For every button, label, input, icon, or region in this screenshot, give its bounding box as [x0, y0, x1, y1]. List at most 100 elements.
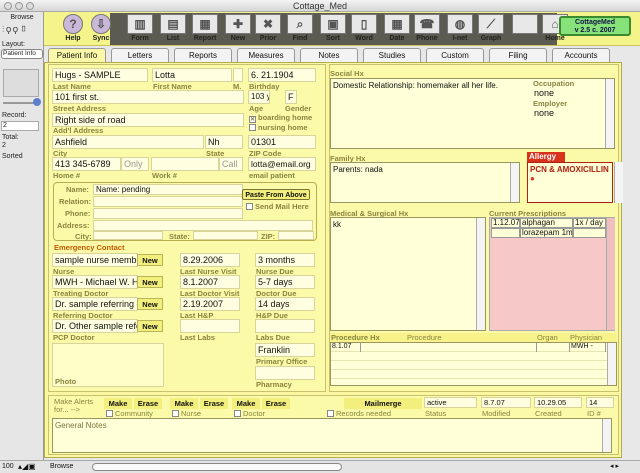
toolbar-button-10[interactable]: ▦ Date: [382, 14, 412, 42]
version-badge[interactable]: CottageMed v 2.5 c. 2007: [559, 16, 631, 36]
zoom-button[interactable]: [26, 2, 34, 10]
new-provider-button[interactable]: New: [137, 298, 163, 310]
medsurg-hx-field[interactable]: kk: [330, 217, 486, 331]
tab-0[interactable]: Patient Info: [48, 48, 106, 62]
prescription-cell[interactable]: 1x / day: [573, 218, 606, 228]
modified-field[interactable]: 8.7.07: [481, 397, 531, 408]
procedure-cell[interactable]: MWH -: [570, 343, 606, 352]
care-provider-field[interactable]: Dr. sample referring d: [52, 297, 138, 311]
procedure-cell[interactable]: [537, 343, 570, 352]
work-phone-field[interactable]: [151, 157, 219, 171]
id-field[interactable]: 14: [586, 397, 614, 408]
procedure-cell[interactable]: 8.1.07: [331, 343, 361, 352]
last-name-field[interactable]: Hugs - SAMPLE: [52, 68, 148, 82]
erase-doctor-alert-button[interactable]: Erase: [262, 398, 290, 409]
tab-4[interactable]: Notes: [300, 48, 358, 62]
layout-select[interactable]: Patient Info: [1, 49, 43, 59]
employer-value[interactable]: none: [534, 108, 554, 118]
allergy-field[interactable]: PCN & AMOXICILLIN ●: [527, 162, 613, 203]
ec-zip-field[interactable]: [278, 231, 314, 240]
gender-field[interactable]: F: [285, 90, 297, 104]
zoom-level[interactable]: 100: [2, 461, 14, 473]
care-provider-field[interactable]: MWH - Michael W. H: [52, 275, 138, 289]
toolbar-button-0[interactable]: ? Help: [58, 14, 88, 42]
nurse-checkbox[interactable]: Nurse: [172, 409, 201, 418]
toolbar-button-4[interactable]: ▦ Report: [190, 14, 220, 42]
general-notes-field[interactable]: General Notes: [52, 418, 612, 453]
tab-6[interactable]: Custom: [426, 48, 484, 62]
toolbar-button-13[interactable]: ⟋ Graph: [476, 14, 506, 42]
nursing-home-checkbox[interactable]: nursing home: [249, 123, 308, 132]
due-field[interactable]: 3 months: [255, 253, 315, 267]
due-field[interactable]: [255, 319, 315, 333]
procedure-scrollbar[interactable]: [607, 343, 616, 385]
toolbar-button-1[interactable]: ⇩ Sync: [86, 14, 116, 42]
street-field[interactable]: 101 first st.: [52, 90, 244, 104]
care-provider-field[interactable]: sample nurse memb: [52, 253, 138, 267]
tab-2[interactable]: Reports: [174, 48, 232, 62]
horizontal-scrollbar-thumb[interactable]: [92, 463, 342, 471]
new-provider-button[interactable]: New: [137, 276, 163, 288]
social-hx-scrollbar[interactable]: [605, 79, 614, 148]
record-input[interactable]: 2: [1, 121, 39, 131]
last-visit-field[interactable]: 8.29.2006: [180, 253, 240, 267]
toolbar-button-9[interactable]: ▯ Word: [349, 14, 379, 42]
erase-community-alert-button[interactable]: Erase: [134, 398, 162, 409]
prescription-cell[interactable]: [573, 228, 606, 238]
allergy-scrollbar[interactable]: [614, 162, 623, 203]
close-button[interactable]: [4, 2, 12, 10]
scroll-arrows-icon[interactable]: ◂ ▸: [610, 461, 619, 473]
mailmerge-button[interactable]: Mailmerge: [344, 398, 422, 409]
work-call-field[interactable]: Call: [219, 157, 243, 171]
birthday-field[interactable]: 6. 21.1904: [248, 68, 316, 82]
procedure-cell[interactable]: [361, 343, 537, 352]
prescription-cell[interactable]: [491, 228, 520, 238]
zoom-controls-icon[interactable]: ▴◢▣: [18, 461, 36, 473]
minimize-button[interactable]: [15, 2, 23, 10]
community-checkbox[interactable]: Community: [106, 409, 153, 418]
toolbar-button-11[interactable]: ☎ Phone: [412, 14, 442, 42]
ec-relation-field[interactable]: [93, 196, 243, 207]
social-hx-field[interactable]: Domestic Relationship: homemaker all her…: [330, 78, 615, 149]
tab-5[interactable]: Studies: [363, 48, 421, 62]
new-provider-button[interactable]: New: [137, 320, 163, 332]
new-provider-button[interactable]: New: [137, 254, 163, 266]
make-nurse-alert-button[interactable]: Make: [170, 398, 198, 409]
boarding-home-checkbox[interactable]: ✕ boarding home: [249, 113, 312, 123]
prescription-cell[interactable]: 1.12.07: [491, 218, 520, 228]
age-field[interactable]: 103 y/ o: [248, 90, 270, 104]
ec-state-field[interactable]: [193, 231, 258, 240]
created-field[interactable]: 10.29.05: [534, 397, 582, 408]
prescription-cell[interactable]: lorazepam 1mg i: [520, 228, 573, 238]
home-phone-field[interactable]: 413 345-6789: [52, 157, 121, 171]
paste-from-above-button[interactable]: Paste From Above: [242, 189, 310, 200]
last-visit-field[interactable]: 2.19.2007: [180, 297, 240, 311]
toolbar-button-5[interactable]: ✚ New: [223, 14, 253, 42]
toolbar-button-2[interactable]: ▥ Form: [125, 14, 155, 42]
send-mail-here-checkbox[interactable]: Send Mail Here: [246, 202, 309, 211]
primary-office-field[interactable]: Franklin: [255, 343, 315, 357]
state-field[interactable]: Nh: [205, 135, 243, 149]
home-only-field[interactable]: Only: [121, 157, 149, 171]
care-provider-field[interactable]: Dr. Other sample refe: [52, 319, 138, 333]
due-field[interactable]: 14 days: [255, 297, 315, 311]
slider-thumb[interactable]: [33, 98, 41, 106]
ec-address-field[interactable]: [93, 220, 313, 231]
tab-3[interactable]: Measures: [237, 48, 295, 62]
ec-phone-field[interactable]: [93, 208, 243, 219]
last-visit-field[interactable]: 8.1.2007: [180, 275, 240, 289]
general-notes-scrollbar[interactable]: [602, 419, 611, 452]
family-hx-scrollbar[interactable]: [510, 163, 519, 202]
tab-8[interactable]: Accounts: [552, 48, 610, 62]
pharmacy-field[interactable]: [255, 366, 315, 380]
doctor-checkbox[interactable]: Doctor: [234, 409, 265, 418]
toolbar-button-14[interactable]: [510, 14, 540, 35]
make-doctor-alert-button[interactable]: Make: [232, 398, 260, 409]
first-name-field[interactable]: Lotta: [152, 68, 232, 82]
occupation-value[interactable]: none: [534, 88, 554, 98]
make-community-alert-button[interactable]: Make: [104, 398, 132, 409]
records-needed-checkbox[interactable]: Records needed: [327, 409, 391, 418]
last-visit-field[interactable]: [180, 319, 240, 333]
email-field[interactable]: lotta@email.org: [248, 157, 316, 171]
toolbar-button-7[interactable]: ⌕ Find: [285, 14, 315, 42]
